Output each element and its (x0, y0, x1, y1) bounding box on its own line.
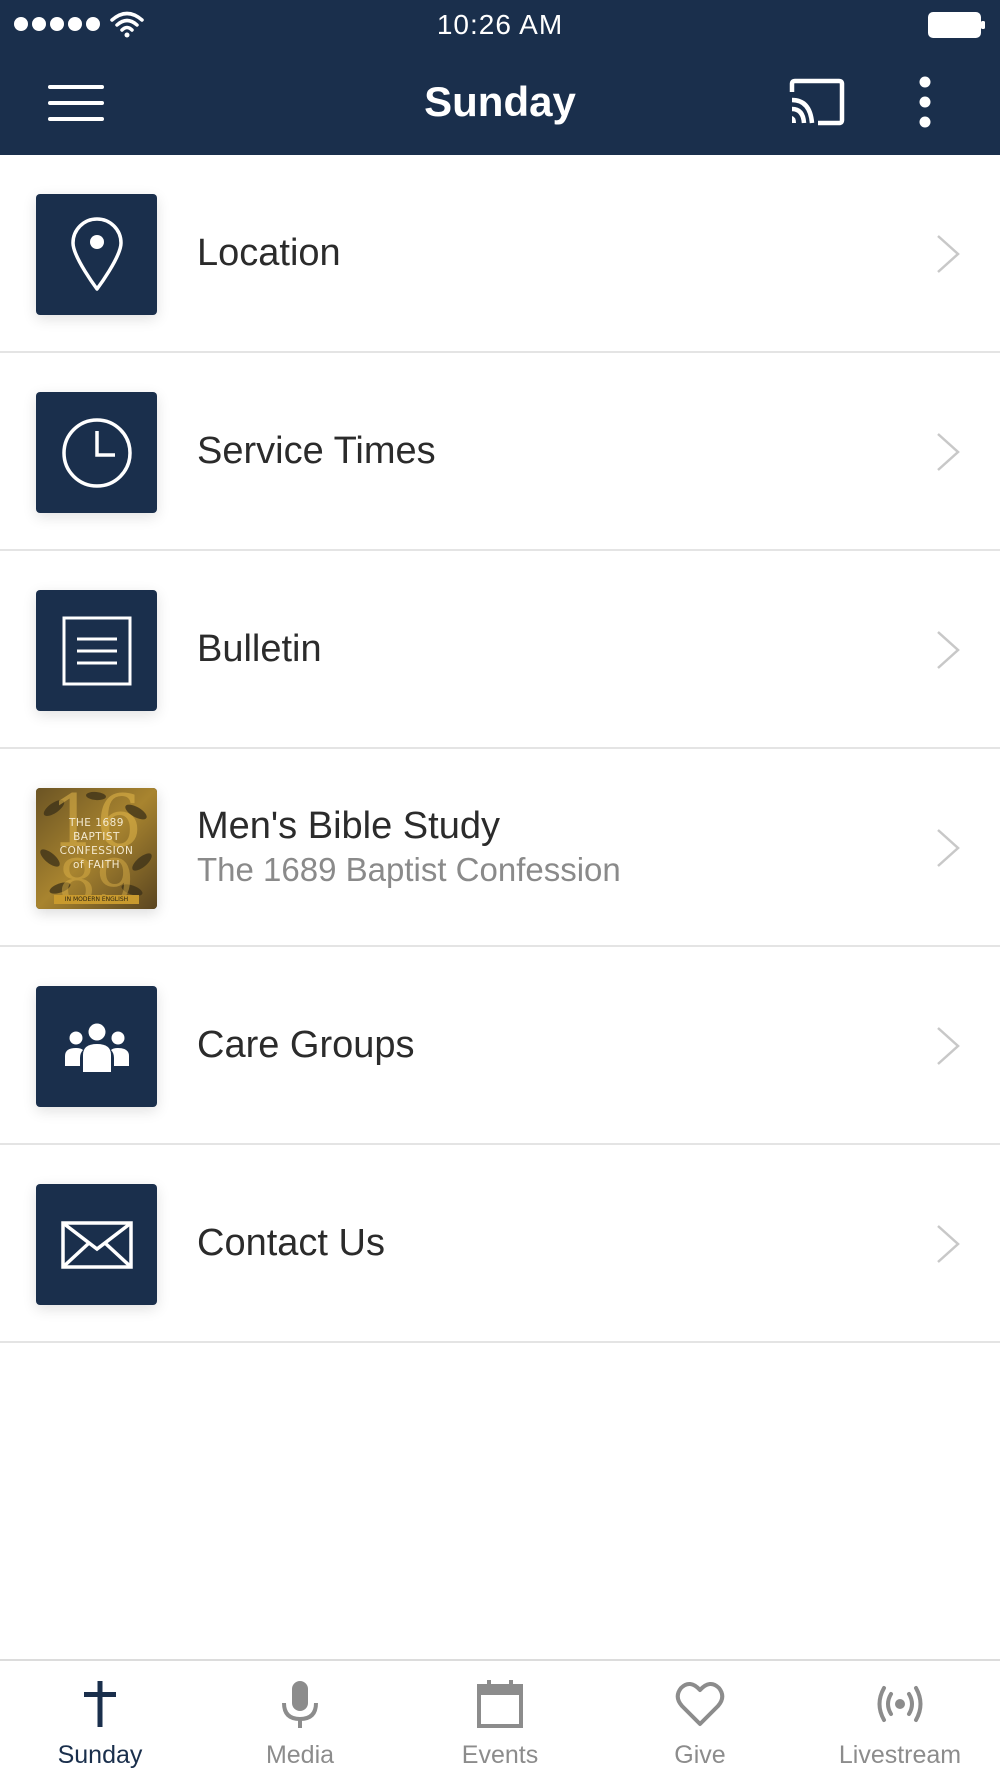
tab-label: Events (461, 1741, 539, 1769)
battery-icon (928, 12, 985, 38)
tab-label: Sunday (57, 1741, 143, 1769)
page-title: Sunday (424, 78, 576, 125)
book-cover-band: IN MODERN ENGLISH (54, 895, 139, 904)
list-item-care-groups[interactable]: Care Groups (0, 947, 1000, 1145)
list-item-text: Care Groups (197, 947, 415, 1143)
list-item-text: Contact Us (197, 1145, 385, 1341)
tab-give[interactable]: Give (600, 1661, 800, 1778)
list-item-title: Bulletin (197, 628, 322, 670)
tab-sunday[interactable]: Sunday (0, 1661, 200, 1778)
envelope-icon (60, 1220, 133, 1269)
list-item-title: Contact Us (197, 1222, 385, 1264)
list-item-text: Bulletin (197, 551, 322, 747)
heart-icon (675, 1682, 725, 1726)
list-item-subtitle: The 1689 Baptist Confession (197, 851, 621, 888)
list-item-service-times[interactable]: Service Times (0, 353, 1000, 551)
people-group-icon (64, 1023, 129, 1072)
tab-events[interactable]: Events (400, 1661, 600, 1778)
tab-media[interactable]: Media (200, 1661, 400, 1778)
microphone-icon (282, 1681, 318, 1728)
care-groups-thumbnail (36, 986, 157, 1107)
sunday-menu-list: Location Service Times Bulletin 16 89 TH… (0, 155, 1000, 1343)
list-item-text: Location (197, 155, 341, 351)
nav-bar: Sunday (0, 50, 1000, 155)
list-item-text: Service Times (197, 353, 436, 549)
clock-icon (61, 417, 132, 488)
tab-label: Media (265, 1741, 335, 1769)
broadcast-icon (877, 1686, 923, 1722)
tab-label: Livestream (838, 1741, 962, 1769)
calendar-icon (477, 1680, 523, 1728)
list-item-title: Location (197, 232, 341, 274)
service-times-thumbnail (36, 392, 157, 513)
cast-icon[interactable] (788, 78, 846, 126)
list-item-title: Men's Bible Study (197, 805, 500, 847)
status-bar: 10:26 AM (0, 0, 1000, 50)
chevron-right-icon (937, 829, 960, 867)
tab-bar: Sunday Media Events Give Livestream (0, 1659, 1000, 1778)
tab-livestream[interactable]: Livestream (800, 1661, 1000, 1778)
list-item-text: Men's Bible Study The 1689 Baptist Confe… (197, 749, 621, 945)
location-thumbnail (36, 194, 157, 315)
cross-icon (84, 1681, 116, 1727)
bulletin-thumbnail (36, 590, 157, 711)
list-item-mens-bible-study[interactable]: 16 89 THE 1689 BAPTIST CONFESSION of FAI… (0, 749, 1000, 947)
list-item-location[interactable]: Location (0, 155, 1000, 353)
chevron-right-icon (937, 631, 960, 669)
list-item-contact-us[interactable]: Contact Us (0, 1145, 1000, 1343)
more-options-icon[interactable] (910, 74, 940, 130)
list-item-title: Service Times (197, 430, 436, 472)
chevron-right-icon (937, 1225, 960, 1263)
map-pin-icon (70, 216, 123, 291)
list-item-bulletin[interactable]: Bulletin (0, 551, 1000, 749)
document-icon (62, 616, 131, 685)
contact-us-thumbnail (36, 1184, 157, 1305)
tab-label: Give (674, 1741, 726, 1769)
status-time: 10:26 AM (436, 9, 564, 40)
chevron-right-icon (937, 433, 960, 471)
list-item-title: Care Groups (197, 1024, 415, 1066)
book-cover-image: 16 89 THE 1689 BAPTIST CONFESSION of FAI… (36, 788, 157, 909)
chevron-right-icon (937, 1027, 960, 1065)
chevron-right-icon (937, 235, 960, 273)
book-cover-title: THE 1689 BAPTIST CONFESSION of FAITH (59, 817, 134, 871)
